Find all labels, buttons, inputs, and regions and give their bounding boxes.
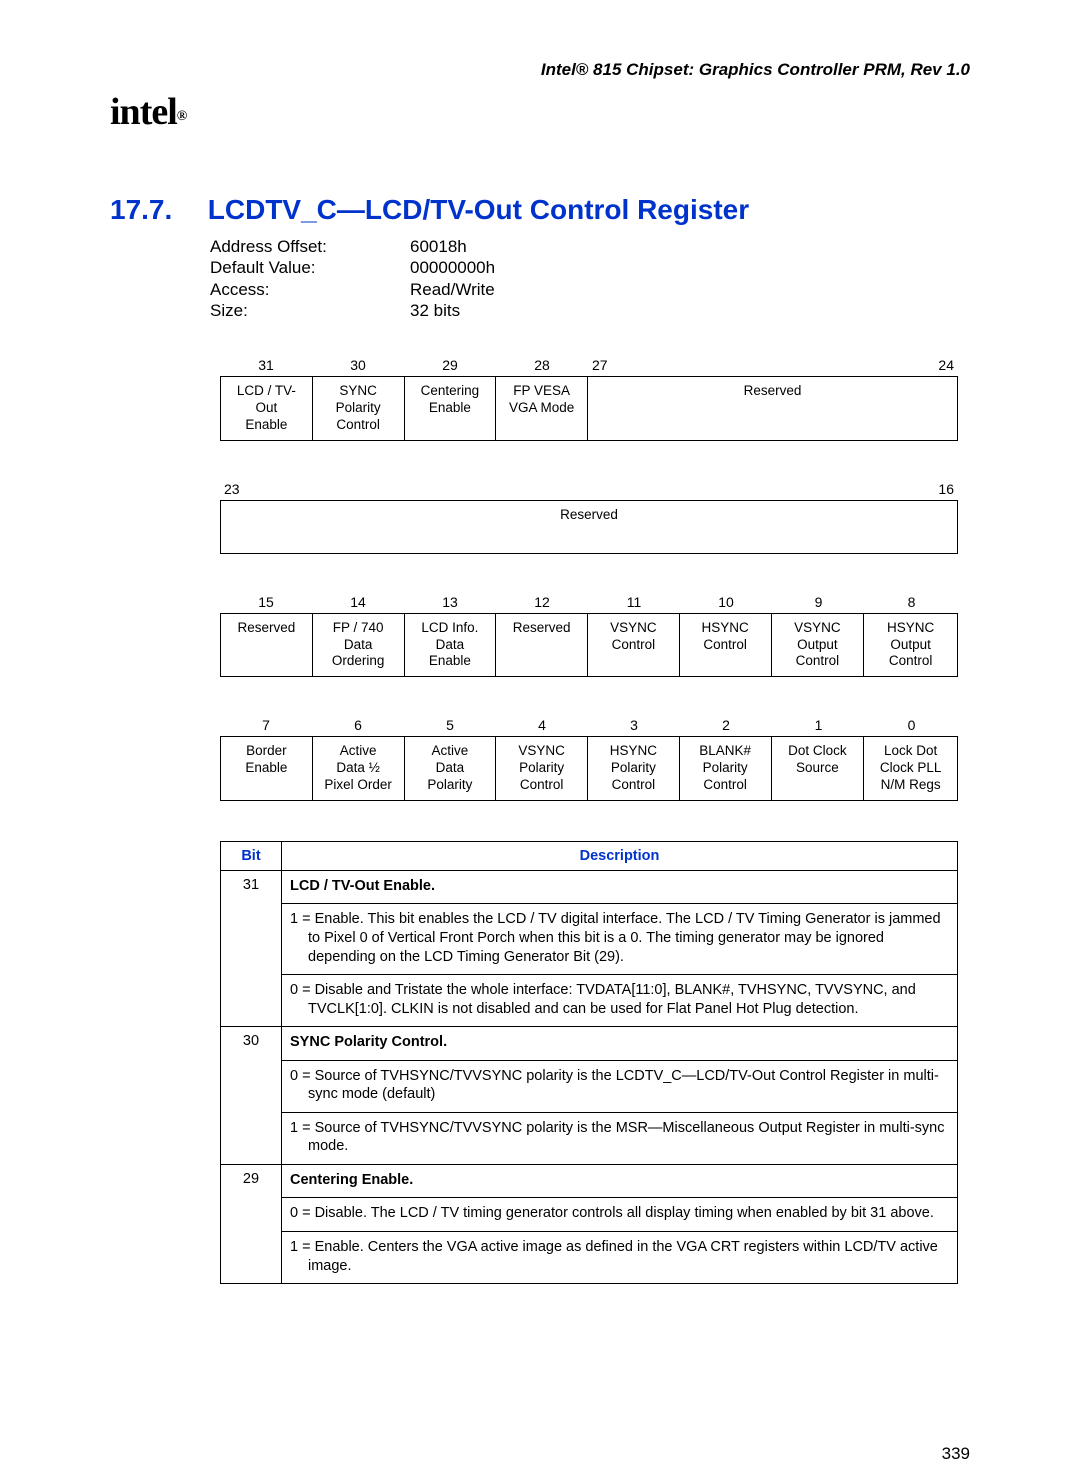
bit-number-cell: 29 [221, 1164, 282, 1283]
bit-row: 313029282724 LCD / TV-OutEnableSYNCPolari… [220, 357, 958, 441]
bit-number: 31 [220, 357, 312, 373]
bit-number: 7 [220, 717, 312, 733]
bit-cell: LCD / TV-OutEnable [221, 377, 313, 440]
bit-cell: Dot ClockSource [772, 737, 865, 800]
bit-number: 24 [634, 357, 958, 373]
description-cell: Centering Enable. [282, 1164, 958, 1198]
bit-cell: VSYNCControl [588, 614, 680, 677]
bit-number: 30 [312, 357, 404, 373]
bit-number: 12 [496, 594, 588, 610]
table-header-bit: Bit [221, 841, 282, 870]
bit-cell: VSYNCPolarityControl [496, 737, 588, 800]
table-row: 30SYNC Polarity Control. [221, 1027, 958, 1061]
bit-cell: Reserved [588, 377, 957, 440]
bit-number: 29 [404, 357, 496, 373]
description-cell: 1 = Enable. Centers the VGA active image… [282, 1231, 958, 1283]
bit-cell: CenteringEnable [405, 377, 497, 440]
table-row: 1 = Source of TVHSYNC/TVVSYNC polarity i… [221, 1112, 958, 1164]
bit-number-labels: 76543210 [220, 717, 958, 733]
bit-cell: FP VESAVGA Mode [496, 377, 588, 440]
page-number: 339 [0, 1444, 970, 1464]
bit-cells: ReservedFP / 740DataOrderingLCD Info.Dat… [220, 613, 958, 678]
table-row: 0 = Disable and Tristate the whole inter… [221, 975, 958, 1027]
bit-number: 3 [588, 717, 680, 733]
bit-cell: HSYNCPolarityControl [588, 737, 680, 800]
table-row: 31LCD / TV-Out Enable. [221, 870, 958, 904]
bit-number-cell: 31 [221, 870, 282, 1026]
attr-value: 00000000h [410, 257, 610, 278]
bit-number: 28 [496, 357, 588, 373]
bit-cells: LCD / TV-OutEnableSYNCPolarityControlCen… [220, 376, 958, 441]
bit-description-table: Bit Description 31LCD / TV-Out Enable.1 … [220, 841, 958, 1284]
bit-number: 4 [496, 717, 588, 733]
description-cell: 0 = Disable. The LCD / TV timing generat… [282, 1198, 958, 1232]
bit-cell: SYNCPolarityControl [313, 377, 405, 440]
bit-number: 6 [312, 717, 404, 733]
table-header-description: Description [282, 841, 958, 870]
bit-number: 14 [312, 594, 404, 610]
bit-number: 10 [680, 594, 772, 610]
attr-value: 60018h [410, 236, 610, 257]
bit-number: 9 [772, 594, 865, 610]
bit-cells: Reserved [220, 500, 958, 554]
bit-cell: Reserved [221, 614, 313, 677]
bit-number: 13 [404, 594, 496, 610]
bit-number: 15 [220, 594, 312, 610]
bit-number-cell: 30 [221, 1027, 282, 1165]
bit-cell: Reserved [496, 614, 588, 677]
bit-row: 15141312111098ReservedFP / 740DataOrderi… [220, 594, 958, 678]
bit-cell: FP / 740DataOrdering [313, 614, 405, 677]
bit-number-labels: 15141312111098 [220, 594, 958, 610]
attr-label: Access: [210, 279, 410, 300]
bit-cell: BorderEnable [221, 737, 313, 800]
bit-number: 8 [865, 594, 958, 610]
bit-row: 2316 Reserved [220, 481, 958, 554]
description-cell: 1 = Enable. This bit enables the LCD / T… [282, 904, 958, 975]
table-row: 29Centering Enable. [221, 1164, 958, 1198]
bit-cell: LCD Info.DataEnable [405, 614, 497, 677]
bit-number: 11 [588, 594, 680, 610]
register-attributes: Address Offset: 60018h Default Value: 00… [210, 236, 970, 321]
bit-number-labels: 313029282724 [220, 357, 958, 373]
bit-field-diagram: 313029282724LCD / TV-OutEnableSYNCPolari… [220, 357, 958, 801]
description-cell: SYNC Polarity Control. [282, 1027, 958, 1061]
description-cell: 1 = Source of TVHSYNC/TVVSYNC polarity i… [282, 1112, 958, 1164]
table-row: 0 = Source of TVHSYNC/TVVSYNC polarity i… [221, 1060, 958, 1112]
table-row: 1 = Enable. Centers the VGA active image… [221, 1231, 958, 1283]
bit-number: 0 [865, 717, 958, 733]
attr-value: Read/Write [410, 279, 610, 300]
bit-cell: Lock DotClock PLLN/M Regs [864, 737, 957, 800]
page-header: Intel® 815 Chipset: Graphics Controller … [110, 60, 970, 80]
doc-title: Intel® 815 Chipset: Graphics Controller … [110, 60, 970, 80]
bit-number: 2 [680, 717, 772, 733]
bit-cell: VSYNCOutputControl [772, 614, 865, 677]
intel-logo: intel® [110, 90, 970, 134]
bit-cell: BLANK#PolarityControl [680, 737, 772, 800]
attr-label: Size: [210, 300, 410, 321]
bit-number: 27 [588, 357, 634, 373]
bit-number: 1 [772, 717, 865, 733]
attr-label: Address Offset: [210, 236, 410, 257]
table-row: 0 = Disable. The LCD / TV timing generat… [221, 1198, 958, 1232]
bit-cell: ActiveData ½Pixel Order [313, 737, 405, 800]
description-cell: 0 = Disable and Tristate the whole inter… [282, 975, 958, 1027]
bit-number: 5 [404, 717, 496, 733]
bit-number-labels: 2316 [220, 481, 958, 497]
section-title: LCDTV_C—LCD/TV-Out Control Register [208, 194, 749, 225]
attr-label: Default Value: [210, 257, 410, 278]
description-cell: 0 = Source of TVHSYNC/TVVSYNC polarity i… [282, 1060, 958, 1112]
bit-row: 76543210 BorderEnableActiveData ½Pixel Or… [220, 717, 958, 801]
section-heading: 17.7. LCDTV_C—LCD/TV-Out Control Registe… [110, 194, 970, 226]
description-cell: LCD / TV-Out Enable. [282, 870, 958, 904]
bit-cell: ActiveDataPolarity [405, 737, 497, 800]
bit-cell: Reserved [221, 501, 957, 553]
bit-cells: BorderEnableActiveData ½Pixel OrderActiv… [220, 736, 958, 801]
bit-cell: HSYNCOutputControl [864, 614, 957, 677]
bit-number: 23 [220, 481, 589, 497]
table-row: 1 = Enable. This bit enables the LCD / T… [221, 904, 958, 975]
section-number: 17.7. [110, 194, 200, 226]
bit-cell: HSYNCControl [680, 614, 772, 677]
attr-value: 32 bits [410, 300, 610, 321]
bit-number: 16 [589, 481, 958, 497]
